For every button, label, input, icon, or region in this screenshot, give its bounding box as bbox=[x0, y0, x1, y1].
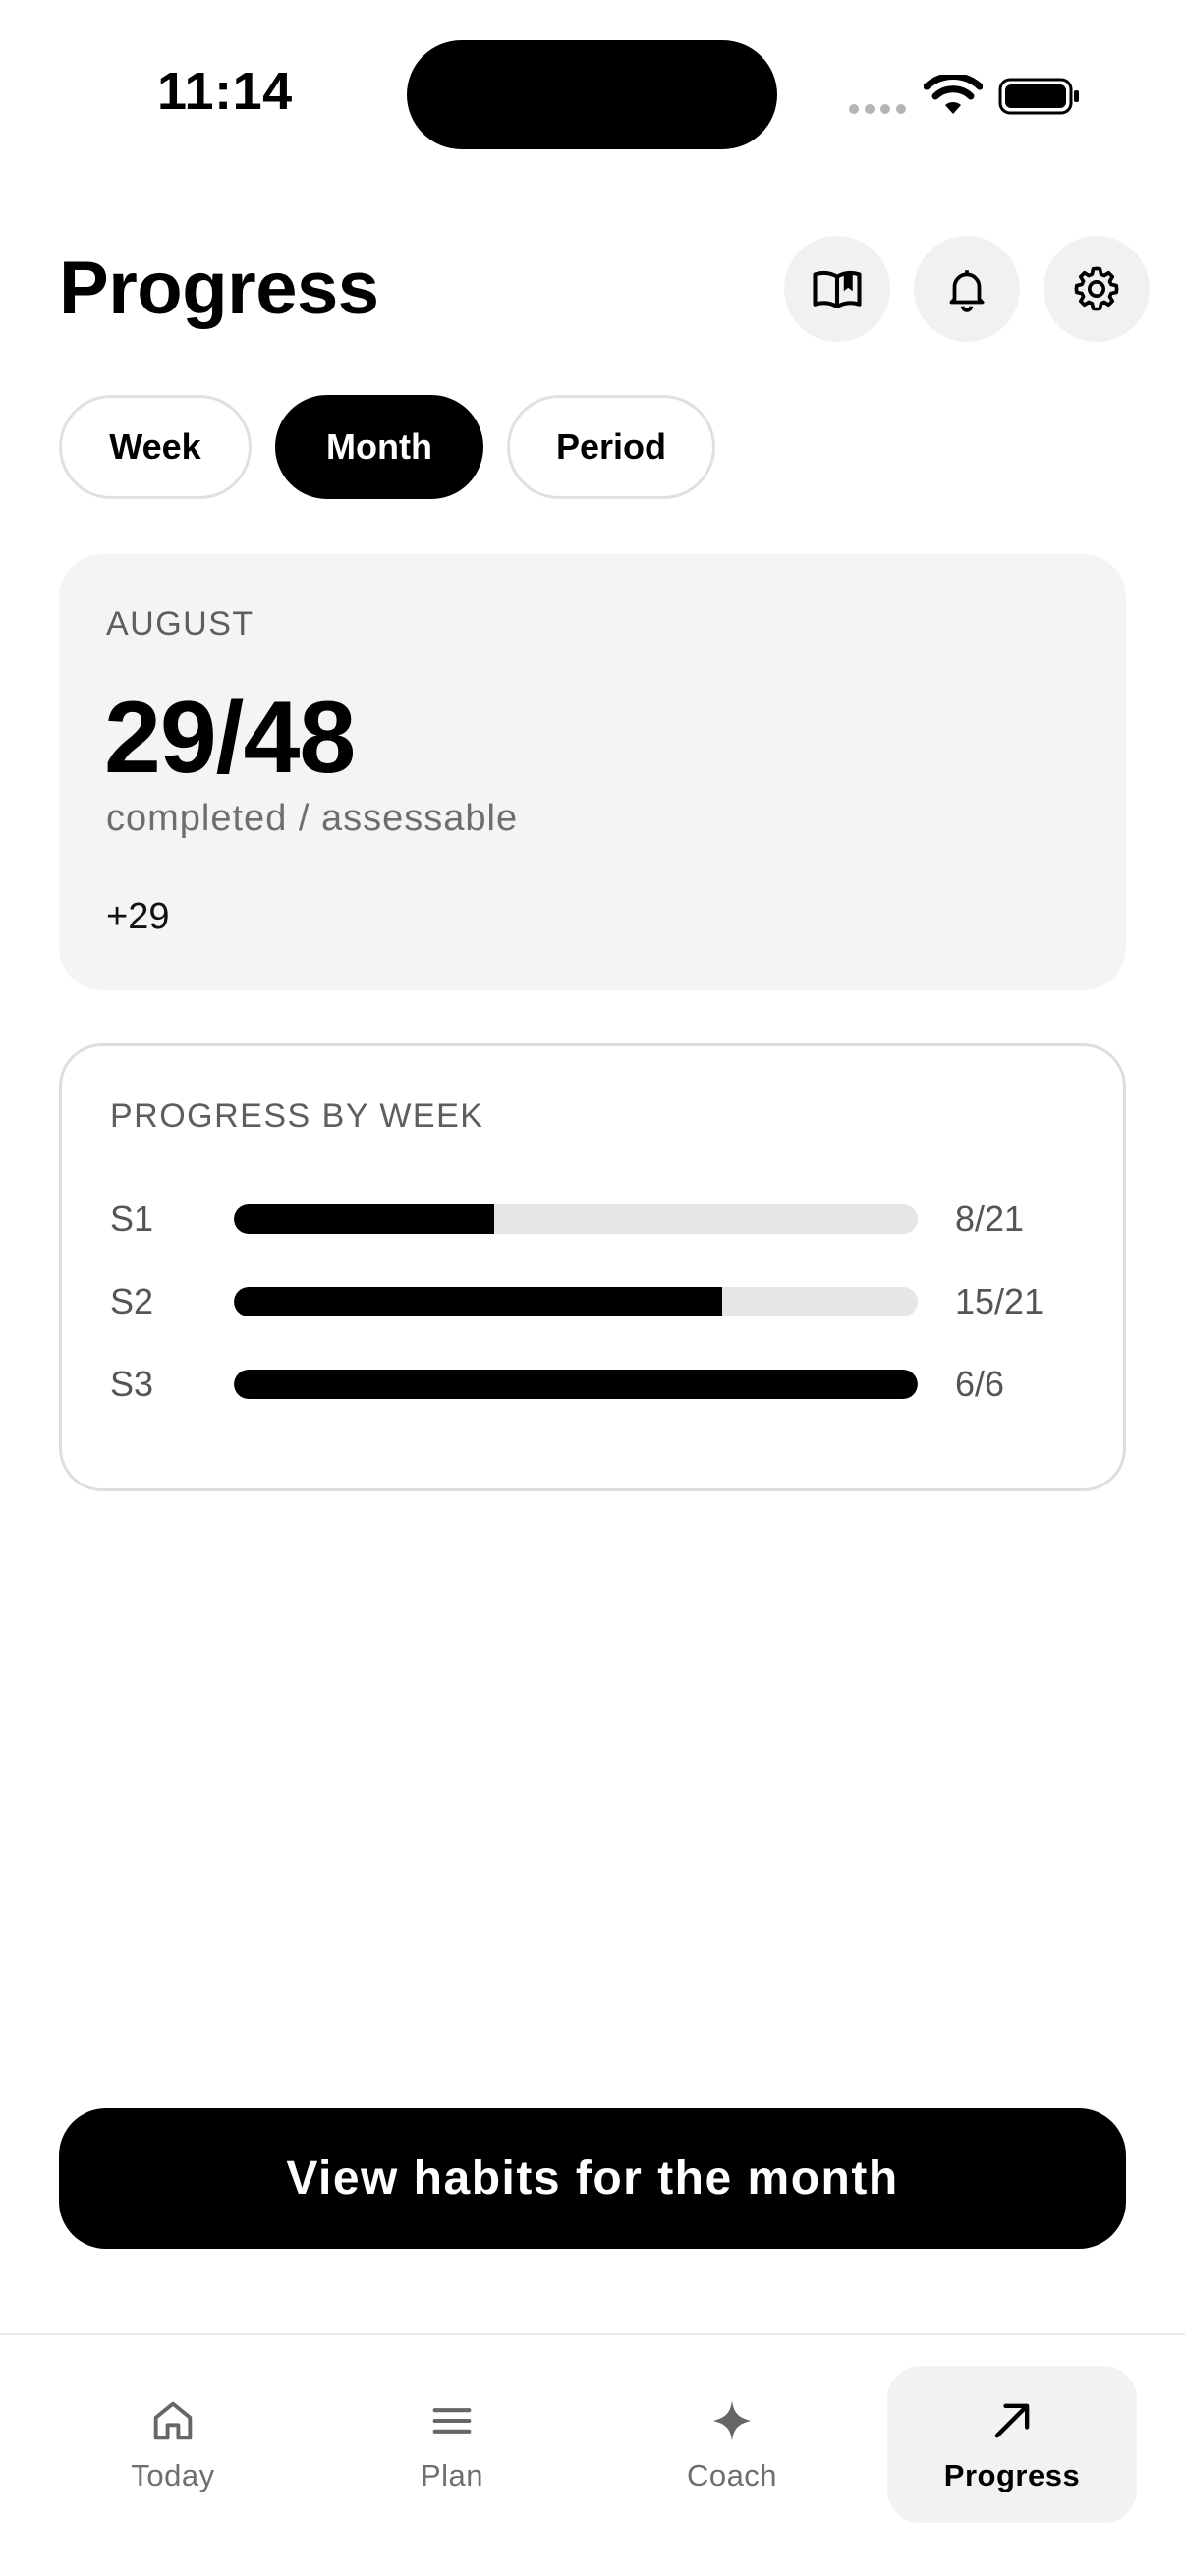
nav-label: Today bbox=[131, 2458, 215, 2492]
book-icon bbox=[813, 270, 862, 309]
dynamic-island bbox=[407, 40, 777, 149]
nav-item-coach[interactable]: Coach bbox=[634, 2366, 830, 2523]
home-icon bbox=[153, 2401, 193, 2440]
progress-fill bbox=[234, 1287, 722, 1316]
month-summary-card: AUGUST 29/48 completed / assessable +29 bbox=[59, 554, 1126, 990]
notifications-button[interactable] bbox=[914, 236, 1020, 342]
tab-month[interactable]: Month bbox=[275, 395, 483, 499]
week-label: S1 bbox=[110, 1199, 154, 1239]
arrow-up-right-icon bbox=[994, 2403, 1030, 2438]
week-row: S2 15/21 bbox=[110, 1280, 1093, 1323]
week-value: 8/21 bbox=[955, 1199, 1025, 1239]
weekly-progress-card: PROGRESS BY WEEK S1 8/21 S2 15/21 S3 6/6 bbox=[59, 1043, 1126, 1491]
page-title: Progress bbox=[59, 247, 379, 330]
battery-icon bbox=[998, 78, 1079, 115]
nav-item-plan[interactable]: Plan bbox=[354, 2366, 550, 2523]
cellular-signal-icon bbox=[849, 104, 906, 116]
status-time: 11:14 bbox=[157, 62, 293, 121]
view-habits-button[interactable]: View habits for the month bbox=[59, 2108, 1126, 2249]
guide-button[interactable] bbox=[784, 236, 890, 342]
week-value: 6/6 bbox=[955, 1364, 1005, 1404]
tab-period[interactable]: Period bbox=[507, 395, 715, 499]
week-row: S1 8/21 bbox=[110, 1198, 1093, 1241]
nav-item-today[interactable]: Today bbox=[75, 2366, 271, 2523]
progress-fill bbox=[234, 1204, 495, 1234]
month-label: AUGUST bbox=[106, 605, 254, 643]
nav-divider bbox=[0, 2333, 1185, 2335]
completion-ratio: 29/48 bbox=[104, 681, 356, 795]
progress-track bbox=[234, 1204, 918, 1234]
settings-button[interactable] bbox=[1044, 236, 1150, 342]
ratio-caption: completed / assessable bbox=[106, 798, 519, 839]
bell-icon bbox=[949, 270, 985, 312]
gear-icon bbox=[1074, 266, 1119, 311]
tab-week[interactable]: Week bbox=[59, 395, 252, 499]
nav-label: Plan bbox=[420, 2458, 484, 2492]
nav-label: Progress bbox=[943, 2458, 1081, 2492]
week-row: S3 6/6 bbox=[110, 1363, 1093, 1406]
progress-track bbox=[234, 1370, 918, 1399]
progress-track bbox=[234, 1287, 918, 1316]
sparkle-icon bbox=[712, 2400, 752, 2441]
nav-item-progress[interactable]: Progress bbox=[887, 2366, 1137, 2523]
menu-icon bbox=[432, 2408, 472, 2434]
progress-fill bbox=[234, 1370, 918, 1399]
week-label: S3 bbox=[110, 1364, 154, 1404]
nav-label: Coach bbox=[686, 2458, 778, 2492]
week-value: 15/21 bbox=[955, 1281, 1044, 1321]
week-label: S2 bbox=[110, 1281, 154, 1321]
wifi-icon bbox=[924, 75, 983, 114]
delta-value: +29 bbox=[106, 896, 170, 937]
weekly-progress-title: PROGRESS BY WEEK bbox=[110, 1097, 484, 1135]
